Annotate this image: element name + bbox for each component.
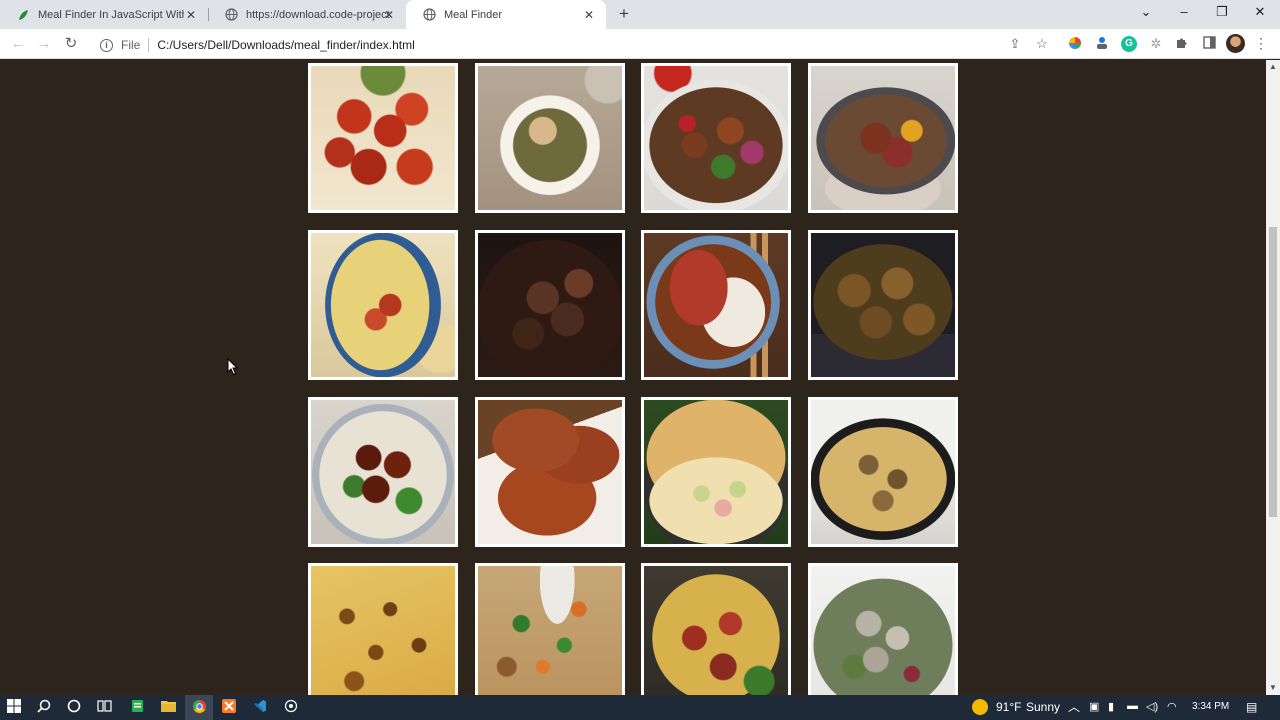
globe-icon <box>422 8 436 22</box>
url-text[interactable]: C:/Users/Dell/Downloads/meal_finder/inde… <box>157 38 414 52</box>
meal-photo <box>811 566 955 695</box>
meal-photo <box>478 566 622 695</box>
star-icon[interactable]: ☆ <box>1034 36 1050 52</box>
cortana-icon[interactable] <box>66 699 82 715</box>
meal-photo <box>644 400 788 544</box>
puzzle-icon[interactable] <box>1174 36 1190 52</box>
meal-potato-bake[interactable] <box>308 230 458 380</box>
address-divider <box>148 38 150 52</box>
info-icon[interactable]: i <box>100 38 113 52</box>
color-wheel-icon[interactable] <box>1067 36 1083 52</box>
meal-chicken-pasta-skillet[interactable] <box>808 397 958 547</box>
meal-photo <box>644 66 788 210</box>
tab-title: https://download.code-projects.o <box>246 8 390 21</box>
person-icon[interactable] <box>1094 36 1110 52</box>
battery-icon[interactable]: ▬ <box>1127 700 1138 712</box>
close-window-icon[interactable]: ✕ <box>1250 4 1270 20</box>
meal-photo <box>644 233 788 377</box>
vscode-icon[interactable] <box>252 699 268 715</box>
meal-photo <box>311 400 455 544</box>
tab-search-icon[interactable]: ⌄ <box>1136 4 1156 20</box>
weather-temp[interactable]: 91°F <box>996 700 1021 714</box>
meal-braised-chicken[interactable] <box>475 230 625 380</box>
meet-now-icon[interactable]: ▣ <box>1089 700 1099 713</box>
app-globe-icon[interactable] <box>283 699 299 715</box>
globe-icon <box>224 8 238 22</box>
reload-icon[interactable]: ↻ <box>62 35 80 53</box>
notes-app-icon[interactable] <box>129 699 145 715</box>
meal-chicken-casserole-pan[interactable] <box>808 63 958 213</box>
meal-chicken-skillet[interactable] <box>808 230 958 380</box>
meal-chicken-ham-pie[interactable] <box>641 397 791 547</box>
sidepanel-icon[interactable] <box>1201 36 1217 52</box>
menu-kebab-icon[interactable]: ⋮ <box>1254 35 1268 52</box>
wifi-icon[interactable]: ◠ <box>1167 700 1177 713</box>
xampp-icon[interactable] <box>221 699 237 715</box>
browser-toolbar: ← → ↻ i File C:/Users/Dell/Downloads/mea… <box>0 29 1280 59</box>
address-bar[interactable]: i File C:/Users/Dell/Downloads/meal_find… <box>96 36 415 54</box>
tab-strip: Meal Finder In JavaScript With So ✕ http… <box>0 0 1280 29</box>
meal-chicken-stirfry[interactable] <box>641 63 791 213</box>
minimize-icon[interactable]: – <box>1174 4 1194 19</box>
meal-fried-rice[interactable] <box>475 563 625 695</box>
microphone-icon[interactable]: ▮ <box>1108 700 1114 713</box>
meal-katsu-curry[interactable] <box>641 230 791 380</box>
file-explorer-icon[interactable] <box>160 699 176 715</box>
openai-icon[interactable]: ✲ <box>1148 36 1164 52</box>
scrollbar-thumb[interactable] <box>1269 227 1277 517</box>
profile-avatar[interactable] <box>1226 34 1245 53</box>
scroll-down-icon[interactable]: ▼ <box>1266 681 1280 695</box>
task-view-icon[interactable] <box>96 699 112 715</box>
meal-fried-chicken[interactable] <box>475 397 625 547</box>
clock-time[interactable]: 3:34 PM <box>1192 701 1229 712</box>
tab-title: Meal Finder In JavaScript With So <box>38 8 184 21</box>
meal-photo <box>478 400 622 544</box>
meal-photo <box>644 566 788 695</box>
back-icon[interactable]: ← <box>9 35 27 53</box>
tab-download-code-projects[interactable]: https://download.code-projects.o ✕ <box>208 0 406 29</box>
meal-finder-page <box>0 60 1266 695</box>
meal-photo <box>478 66 622 210</box>
meal-gratin-potatoes[interactable] <box>308 563 458 695</box>
meal-chicken-bake-dish[interactable] <box>641 563 791 695</box>
scroll-up-icon[interactable]: ▲ <box>1266 60 1280 74</box>
scheme-label: File <box>121 38 141 52</box>
page-scrollbar[interactable]: ▲ ▼ <box>1266 60 1280 695</box>
new-tab-button[interactable]: + <box>615 5 633 23</box>
meal-photo <box>311 566 455 695</box>
windows-taskbar: 91°F Sunny ︿ ▣ ▮ ▬ ◁) ◠ 3:34 PM ▤ <box>0 695 1280 720</box>
meal-photo <box>478 233 622 377</box>
tab-title: Meal Finder <box>444 8 503 21</box>
search-icon[interactable] <box>36 699 52 715</box>
speaker-icon[interactable]: ◁) <box>1146 700 1158 713</box>
meal-tandoori-chicken[interactable] <box>308 63 458 213</box>
chevron-up-icon[interactable]: ︿ <box>1068 698 1080 715</box>
notification-icon[interactable]: ▤ <box>1246 700 1257 714</box>
close-tab-icon[interactable]: ✕ <box>582 8 596 22</box>
close-tab-icon[interactable]: ✕ <box>382 8 396 22</box>
meal-photo <box>811 400 955 544</box>
tab-meal-finder[interactable]: Meal Finder ✕ <box>406 0 606 29</box>
meal-photo <box>311 66 455 210</box>
meal-chicken-rice-bowl[interactable] <box>475 63 625 213</box>
grammarly-icon[interactable]: G <box>1121 36 1137 52</box>
meal-chicken-salad[interactable] <box>808 563 958 695</box>
meal-teriyaki-chicken[interactable] <box>308 397 458 547</box>
leaf-icon <box>16 8 30 22</box>
close-tab-icon[interactable]: ✕ <box>184 8 198 22</box>
windows-start-icon[interactable] <box>6 699 22 715</box>
meal-photo <box>311 233 455 377</box>
forward-icon[interactable]: → <box>35 35 53 53</box>
meal-photo <box>811 66 955 210</box>
mouse-cursor-icon <box>227 358 239 376</box>
weather-sun-icon[interactable] <box>972 699 988 715</box>
chrome-icon[interactable] <box>191 699 207 715</box>
tab-meal-finder-tutorial[interactable]: Meal Finder In JavaScript With So ✕ <box>0 0 208 29</box>
meal-photo <box>811 233 955 377</box>
weather-condition[interactable]: Sunny <box>1026 700 1060 714</box>
share-icon[interactable]: ⇪ <box>1007 36 1023 52</box>
restore-icon[interactable]: ❐ <box>1212 4 1232 20</box>
